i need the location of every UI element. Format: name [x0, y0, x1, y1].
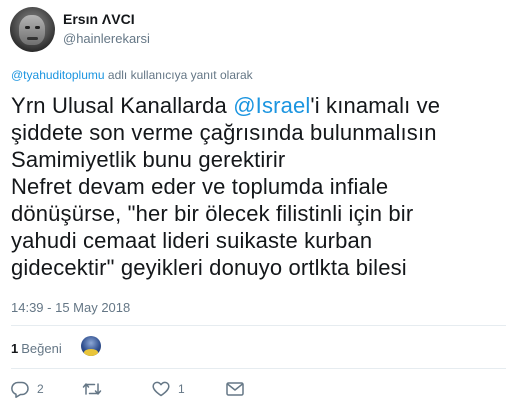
retweet-icon: [82, 383, 102, 395]
reply-count: 2: [37, 382, 44, 396]
likes-stat[interactable]: 1 Beğeni: [11, 341, 62, 356]
reply-icon: [11, 381, 29, 398]
avatar-eye: [25, 26, 30, 29]
retweet-button[interactable]: [82, 379, 110, 399]
display-name[interactable]: Ersın ΛVCI: [63, 11, 135, 27]
divider: [11, 368, 506, 369]
avatar-face: [19, 15, 45, 45]
reply-mention-link[interactable]: @tyahuditoplumu: [11, 68, 105, 82]
direct-message-button[interactable]: [226, 379, 244, 399]
likes-count: 1: [11, 341, 19, 356]
heart-icon: [152, 381, 170, 397]
avatar-eye: [35, 26, 40, 29]
reply-context: @tyahuditoplumu adlı kullanıcıya yanıt o…: [11, 68, 253, 82]
tweet-actions: 2 1: [0, 376, 517, 402]
like-button[interactable]: 1: [152, 379, 185, 399]
user-avatar[interactable]: [10, 7, 55, 52]
reply-button[interactable]: 2: [11, 379, 44, 399]
like-count: 1: [178, 382, 185, 396]
tweet-text-start: Yrn Ulusal Kanallarda: [11, 93, 234, 118]
divider: [11, 325, 506, 326]
tweet-text: Yrn Ulusal Kanallarda @Israel'i kınamalı…: [11, 92, 511, 281]
reply-context-text: adlı kullanıcıya yanıt olarak: [104, 68, 253, 82]
liker-avatar[interactable]: [81, 336, 101, 356]
tweet-timestamp[interactable]: 14:39 - 15 May 2018: [11, 300, 130, 315]
tweet-text-rest: 'i kınamalı ve şiddete son verme çağrısı…: [11, 93, 441, 280]
screen-name[interactable]: @hainlerekarsi: [63, 31, 150, 46]
likes-label: Beğeni: [21, 341, 62, 356]
israel-mention-link[interactable]: @Israel: [233, 93, 310, 118]
envelope-icon: [226, 382, 244, 396]
avatar-mouth: [27, 37, 38, 40]
